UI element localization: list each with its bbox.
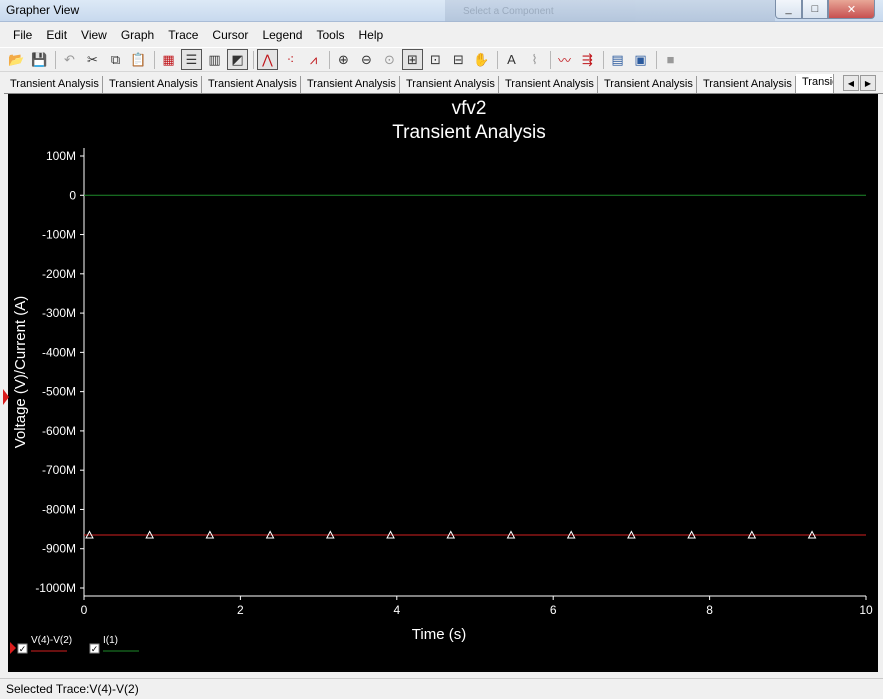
x-tick-label: 10: [859, 603, 873, 617]
y-tick-label: -200M: [42, 267, 76, 281]
y-tick-label: -300M: [42, 306, 76, 320]
y-tick-label: -500M: [42, 385, 76, 399]
toolbar-separator: [656, 50, 657, 69]
toolbar: 📂 💾 ↶ ✂ ⧉ 📋 ▦ ☰ ▥ ◩ ⋀ ⁖ ⩘ ⊕ ⊖ ⊙ ⊞ ⊡ ⊟ ✋ A ⌇ 〰 ⇶ ▤ ▣ ■: [0, 47, 883, 72]
tab-transient-analysis-8[interactable]: Transient Analysis: [697, 76, 796, 93]
menu-file[interactable]: File: [6, 24, 39, 46]
zoom-area-icon[interactable]: ⊙: [379, 49, 400, 70]
selected-trace-marker: [3, 389, 9, 405]
y-axis-label: Voltage (V)/Current (A): [12, 296, 29, 449]
copy-icon[interactable]: ⧉: [105, 49, 126, 70]
cursor-trace-icon[interactable]: 〰: [554, 49, 575, 70]
text-icon[interactable]: A: [501, 49, 522, 70]
probe-icon[interactable]: ⌇: [524, 49, 545, 70]
copy-graph-icon[interactable]: ▤: [607, 49, 628, 70]
y-tick-label: -900M: [42, 542, 76, 556]
status-text: Selected Trace:V(4)-V(2): [6, 682, 139, 696]
y-tick-label: -800M: [42, 502, 76, 516]
menu-graph[interactable]: Graph: [114, 24, 161, 46]
window-title: Grapher View: [6, 3, 80, 17]
x-tick-label: 8: [706, 603, 713, 617]
x-tick-label: 4: [393, 603, 400, 617]
zoom-out-icon[interactable]: ⊖: [356, 49, 377, 70]
checkmark-icon: ✓: [19, 645, 27, 655]
chart-title: vfv2: [452, 98, 487, 119]
zoom-in-icon[interactable]: ⊕: [333, 49, 354, 70]
y-tick-label: 100M: [46, 149, 76, 163]
menu-edit[interactable]: Edit: [39, 24, 74, 46]
menu-view[interactable]: View: [74, 24, 114, 46]
undo-icon[interactable]: ↶: [59, 49, 80, 70]
menu-legend[interactable]: Legend: [255, 24, 309, 46]
toolbar-separator: [154, 50, 155, 69]
x-tick-label: 6: [550, 603, 557, 617]
tab-transient-analysis-6[interactable]: Transient Analysis: [499, 76, 598, 93]
legend-label: V(4)-V(2): [31, 635, 72, 646]
open-icon[interactable]: 📂: [6, 49, 27, 70]
transient-chart[interactable]: vfv2 Transient Analysis 100M 0 -100M -200M -30…: [8, 94, 878, 672]
overlay-icon[interactable]: ◩: [227, 49, 248, 70]
background-window-title: Select a Component: [463, 6, 554, 17]
close-button[interactable]: ✕: [828, 0, 875, 19]
tab-transient-analysis-3[interactable]: Transient Analysis: [202, 76, 301, 93]
paste-graph-icon[interactable]: ▣: [630, 49, 651, 70]
toolbar-separator: [497, 50, 498, 69]
zoom-y-icon[interactable]: ⊟: [448, 49, 469, 70]
bar-chart-icon[interactable]: ▥: [204, 49, 225, 70]
grid-icon[interactable]: ▦: [158, 49, 179, 70]
y-tick-label: 0: [69, 188, 76, 202]
legend-label: I(1): [103, 635, 118, 646]
menu-trace[interactable]: Trace: [161, 24, 205, 46]
trace-points-icon[interactable]: ⁖: [280, 49, 301, 70]
cut-icon[interactable]: ✂: [82, 49, 103, 70]
y-tick-label: -700M: [42, 463, 76, 477]
menu-bar: File Edit View Graph Trace Cursor Legend Tools H…: [0, 24, 883, 46]
maximize-button[interactable]: □: [802, 0, 828, 19]
tab-transient-analysis-4[interactable]: Transient Analysis: [301, 76, 400, 93]
tab-scroll-left-button[interactable]: ◀: [843, 75, 859, 91]
legend-selected-marker: [10, 642, 16, 654]
graph-area[interactable]: vfv2 Transient Analysis 100M 0 -100M -200M -30…: [8, 94, 878, 672]
stop-icon[interactable]: ■: [660, 49, 681, 70]
tab-transient-analysis-9[interactable]: Transient Analysis: [796, 74, 834, 93]
legend-icon[interactable]: ☰: [181, 49, 202, 70]
tab-transient-analysis-7[interactable]: Transient Analysis: [598, 76, 697, 93]
tab-transient-analysis-5[interactable]: Transient Analysis: [400, 76, 499, 93]
background-window: Select a Component: [445, 0, 775, 22]
checkmark-icon: ✓: [91, 645, 99, 655]
menu-help[interactable]: Help: [352, 24, 391, 46]
trace-line-points-icon[interactable]: ⩘: [303, 49, 324, 70]
tab-transient-analysis-2[interactable]: Transient Analysis: [103, 76, 202, 93]
pan-hand-icon[interactable]: ✋: [471, 49, 492, 70]
toolbar-separator: [550, 50, 551, 69]
export-data-icon[interactable]: ⇶: [577, 49, 598, 70]
tab-scroll-right-button[interactable]: ▶: [860, 75, 876, 91]
y-tick-label: -400M: [42, 345, 76, 359]
y-tick-label: -600M: [42, 424, 76, 438]
save-icon[interactable]: 💾: [29, 49, 50, 70]
x-axis-label: Time (s): [412, 626, 466, 643]
minimize-button[interactable]: _: [775, 0, 802, 19]
toolbar-separator: [55, 50, 56, 69]
zoom-x-icon[interactable]: ⊡: [425, 49, 446, 70]
y-tick-label: -100M: [42, 228, 76, 242]
title-bar: Grapher View Select a Component _ □ ✕: [0, 0, 883, 22]
paste-icon[interactable]: 📋: [128, 49, 149, 70]
tab-transient-analysis-1[interactable]: Transient Analysis: [4, 76, 103, 93]
status-bar: Selected Trace:V(4)-V(2): [0, 678, 883, 699]
toolbar-separator: [253, 50, 254, 69]
x-tick-label: 2: [237, 603, 244, 617]
trace-line-icon[interactable]: ⋀: [257, 49, 278, 70]
menu-cursor[interactable]: Cursor: [205, 24, 255, 46]
chart-subtitle: Transient Analysis: [392, 122, 545, 143]
analysis-tabs: Transient AnalysisTransient AnalysisTran…: [4, 74, 883, 94]
zoom-fit-icon[interactable]: ⊞: [402, 49, 423, 70]
toolbar-separator: [329, 50, 330, 69]
menu-tools[interactable]: Tools: [309, 24, 351, 46]
x-tick-label: 0: [81, 603, 88, 617]
y-tick-label: -1000M: [35, 581, 76, 595]
toolbar-separator: [603, 50, 604, 69]
